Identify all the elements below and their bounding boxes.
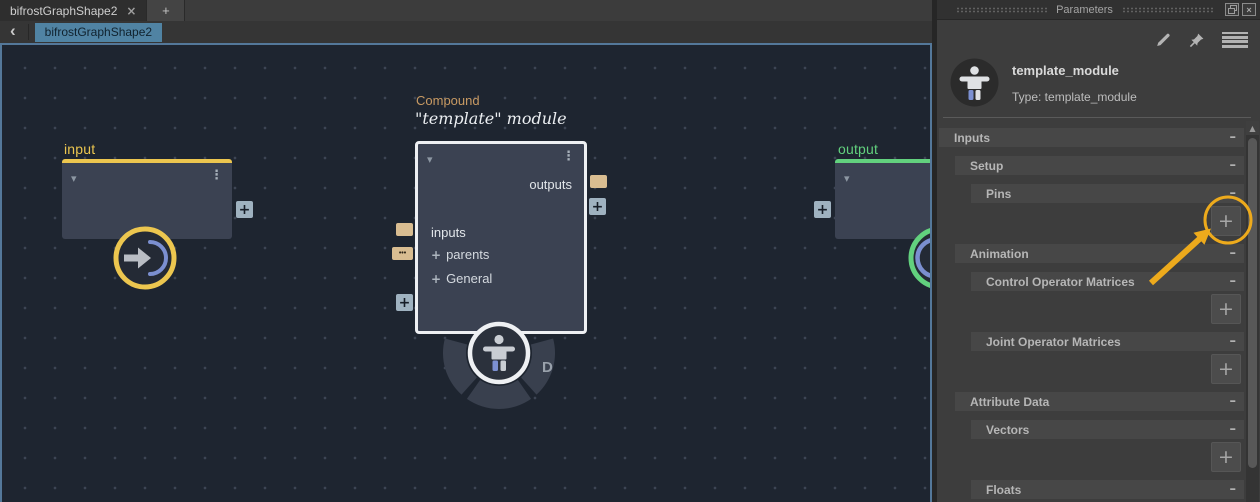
collapse-icon[interactable]: – <box>1230 158 1237 173</box>
section-header-attribute-data[interactable]: Attribute Data – <box>955 392 1244 411</box>
grip-texture <box>956 6 1048 13</box>
expand-row-parents[interactable]: + parents <box>431 247 489 262</box>
state-badge: D <box>542 359 553 376</box>
parameter-sections: Inputs – Setup – Pins – + Animation – Control Ope… <box>937 121 1244 502</box>
selected-node-type: Type: template_module <box>1012 90 1137 104</box>
compound-parents-port[interactable]: ••• <box>392 247 413 260</box>
compound-kind-label: Compound <box>416 93 480 108</box>
section-label: Vectors <box>986 422 1030 437</box>
collapse-icon[interactable]: – <box>1230 130 1237 145</box>
section-label: Attribute Data <box>970 394 1050 409</box>
section-label: Setup <box>970 158 1004 173</box>
chevron-down-icon[interactable]: ▾ <box>427 153 433 166</box>
output-node-add-port-button[interactable]: + <box>814 201 831 218</box>
compound-add-input-button[interactable]: + <box>396 294 413 311</box>
node-menu-icon[interactable]: ⋮ <box>210 168 223 183</box>
compound-node[interactable]: ▾ ⋮ outputs inputs + parents + General <box>415 141 587 334</box>
node-graph-canvas[interactable]: input ▾ ⋮ + Compound "template" module ▾… <box>0 43 932 502</box>
tab-bar: bifrostGraphShape2 × + <box>0 0 932 21</box>
compound-input-port[interactable] <box>396 223 413 236</box>
compound-output-port[interactable] <box>590 175 607 188</box>
grip-texture <box>1121 6 1214 13</box>
collapse-icon[interactable]: – <box>1230 334 1237 349</box>
compound-add-output-button[interactable]: + <box>589 198 606 215</box>
section-header-inputs[interactable]: Inputs – <box>939 128 1244 147</box>
selected-node-name: template_module <box>1012 63 1119 78</box>
add-parameter-row: + <box>937 442 1244 472</box>
section-header-floats[interactable]: Floats – <box>971 480 1244 499</box>
back-button[interactable]: ‹ <box>0 22 28 42</box>
section-label: Floats <box>986 482 1022 497</box>
plus-icon: + <box>431 271 442 286</box>
output-node-label: output <box>838 141 879 157</box>
new-tab-button[interactable]: + <box>147 0 186 21</box>
add-parameter-row: + <box>937 354 1244 384</box>
section-header-pins[interactable]: Pins – <box>971 184 1244 203</box>
section-header-animation[interactable]: Animation – <box>955 244 1244 263</box>
section-label: Joint Operator Matrices <box>986 334 1121 349</box>
scrollbar[interactable]: ▲ <box>1246 121 1259 502</box>
panel-float-button[interactable] <box>1225 3 1240 16</box>
tab-bifrostgraphshape2[interactable]: bifrostGraphShape2 × <box>0 0 148 21</box>
chevron-down-icon[interactable]: ▾ <box>71 172 77 185</box>
section-label: Pins <box>986 186 1012 201</box>
parameters-panel: Parameters × template_module Type: templ… <box>937 0 1260 502</box>
collapse-icon[interactable]: – <box>1230 186 1237 201</box>
collapse-icon[interactable]: – <box>1230 246 1237 261</box>
panel-titlebar[interactable]: Parameters × <box>937 0 1260 20</box>
edit-pencil-icon[interactable] <box>1155 31 1172 48</box>
add-parameter-button[interactable]: + <box>1211 294 1241 324</box>
add-parameter-button[interactable]: + <box>1211 442 1241 472</box>
divider <box>943 117 1251 118</box>
panel-close-button[interactable]: × <box>1242 3 1257 16</box>
collapse-icon[interactable]: – <box>1230 394 1237 409</box>
tab-close-icon[interactable]: × <box>126 4 136 18</box>
bifrost-graph-editor-window: bifrostGraphShape2 × + ‹ bifrostGraphSha… <box>0 0 1260 502</box>
section-header-control-operator-matrices[interactable]: Control Operator Matrices – <box>971 272 1244 291</box>
fan-segment <box>466 380 532 410</box>
outputs-label: outputs <box>529 177 572 192</box>
graph-nav-bar: ‹ bifrostGraphShape2 <box>0 21 932 43</box>
row-label: General <box>446 271 493 286</box>
compound-title: "template" module <box>415 109 567 128</box>
section-header-vectors[interactable]: Vectors – <box>971 420 1244 439</box>
menu-hamburger-icon[interactable] <box>1222 31 1248 48</box>
section-label: Inputs <box>954 130 990 145</box>
add-parameter-row: + <box>937 294 1244 324</box>
collapse-icon[interactable]: – <box>1230 274 1237 289</box>
plus-icon: + <box>431 247 442 262</box>
input-node-add-port-button[interactable]: + <box>236 201 253 218</box>
scroll-up-icon[interactable]: ▲ <box>1246 121 1259 135</box>
output-node-state-icon[interactable] <box>905 223 932 293</box>
section-header-setup[interactable]: Setup – <box>955 156 1244 175</box>
section-header-joint-operator-matrices[interactable]: Joint Operator Matrices – <box>971 332 1244 351</box>
scrollbar-thumb[interactable] <box>1248 138 1257 468</box>
graph-editor-pane: bifrostGraphShape2 × + ‹ bifrostGraphSha… <box>0 0 932 502</box>
input-node-state-icon[interactable] <box>110 223 180 293</box>
add-parameter-row: + <box>937 206 1244 236</box>
input-node-label: input <box>64 141 96 157</box>
collapse-icon[interactable]: – <box>1230 422 1237 437</box>
panel-toolbar <box>1155 31 1248 48</box>
nav-divider <box>27 24 29 40</box>
expand-row-general[interactable]: + General <box>431 271 492 286</box>
section-label: Animation <box>970 246 1029 261</box>
chevron-down-icon[interactable]: ▾ <box>844 172 850 185</box>
collapse-icon[interactable]: – <box>1230 482 1237 497</box>
add-parameter-button[interactable]: + <box>1211 354 1241 384</box>
panel-title: Parameters <box>1056 3 1113 16</box>
breadcrumb[interactable]: bifrostGraphShape2 <box>34 22 163 42</box>
node-menu-icon[interactable]: ⋮ <box>562 149 575 164</box>
add-pin-button-highlighted[interactable]: + <box>1211 206 1241 236</box>
row-label: parents <box>446 247 490 262</box>
node-avatar <box>950 58 999 107</box>
arrow-right-icon <box>124 254 139 262</box>
pin-icon[interactable] <box>1189 32 1205 48</box>
tab-label: bifrostGraphShape2 <box>10 3 118 18</box>
inputs-label: inputs <box>431 225 466 240</box>
section-label: Control Operator Matrices <box>986 274 1135 289</box>
